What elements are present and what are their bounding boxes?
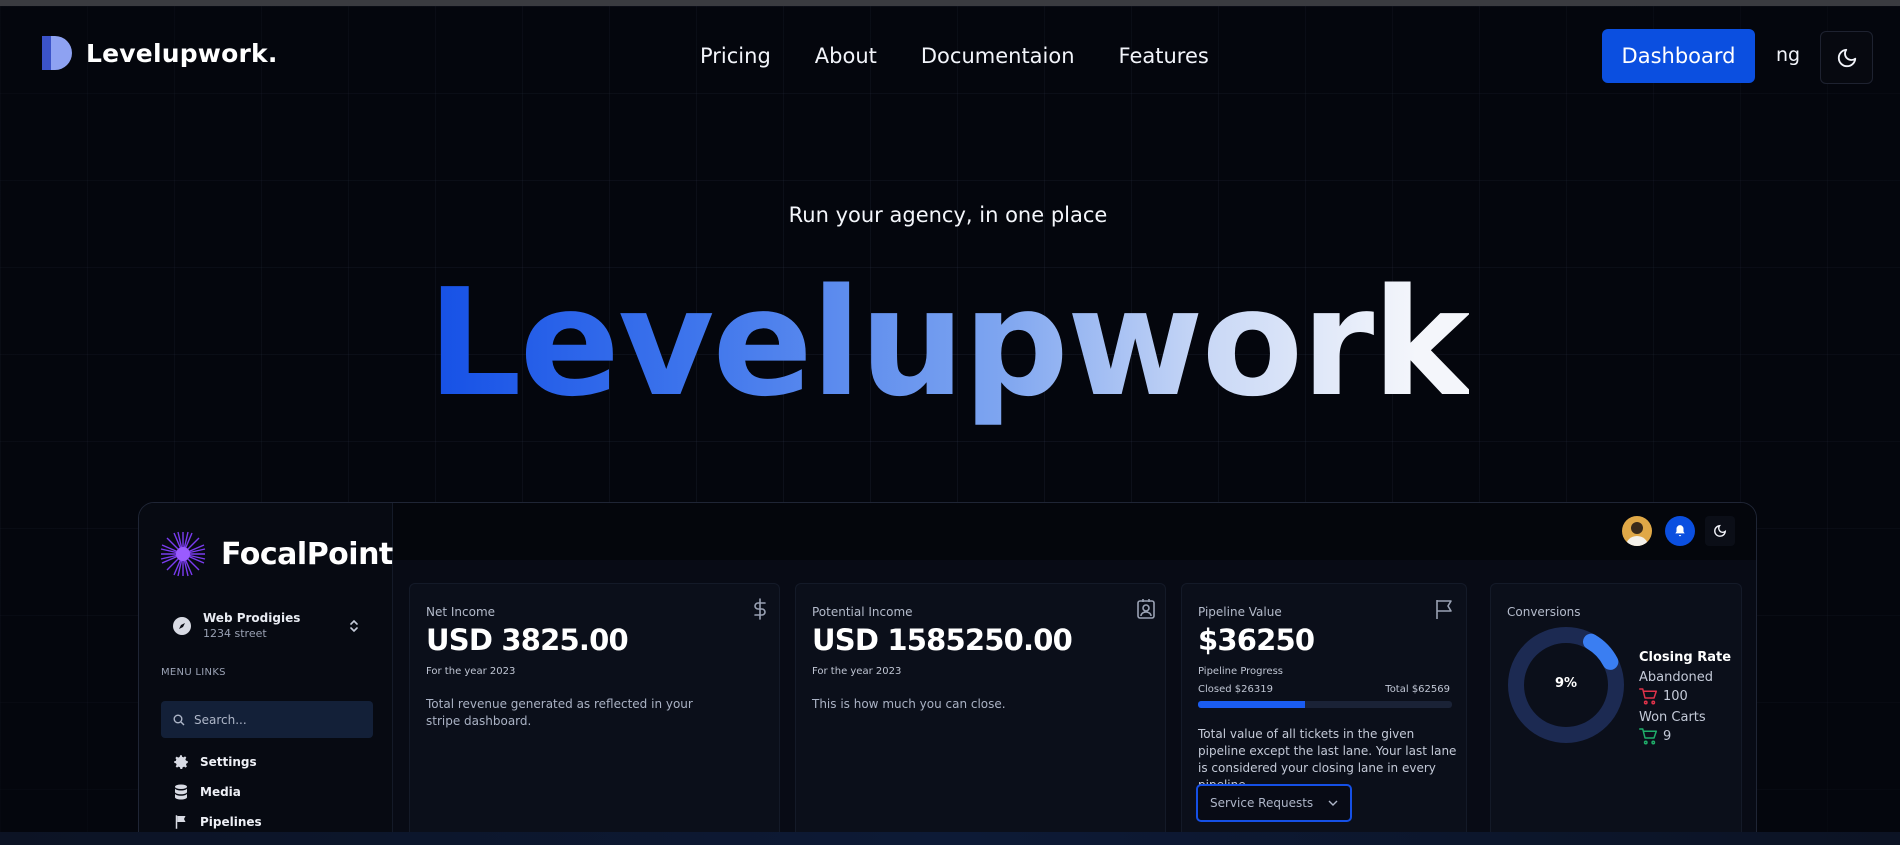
card-subtitle: For the year 2023 <box>812 666 902 677</box>
focalpoint-logo: FocalPoint <box>159 530 393 578</box>
won-carts-label: Won Carts <box>1639 710 1706 725</box>
potential-income-value: USD 1585250.00 <box>812 623 1073 657</box>
hero-title-text: Levelupwork <box>427 257 1470 429</box>
sidebar-item-pipelines[interactable]: Pipelines <box>172 813 262 831</box>
pipeline-progress-bar <box>1198 701 1452 708</box>
potential-income-card: Potential Income USD 1585250.00 For the … <box>795 583 1166 844</box>
preview-topbar <box>393 503 1756 560</box>
flag-icon <box>175 815 186 829</box>
shopping-cart-icon <box>1639 688 1657 705</box>
card-label: Conversions <box>1507 605 1581 619</box>
brand-name: Levelupwork. <box>86 38 278 68</box>
bottom-edge <box>0 832 1900 845</box>
card-description: This is how much you can close. <box>812 697 1006 711</box>
pipeline-value: $36250 <box>1198 623 1315 657</box>
org-switcher[interactable]: Web Prodigies 1234 street <box>173 611 300 640</box>
pipeline-select-value: Service Requests <box>1210 796 1314 810</box>
sidebar-item-settings[interactable]: Settings <box>172 753 257 771</box>
notifications-button[interactable] <box>1665 516 1695 546</box>
nav-link-about[interactable]: About <box>815 44 877 68</box>
sidebar-item-media[interactable]: Media <box>172 783 241 801</box>
org-street: 1234 street <box>203 627 267 640</box>
card-label: Pipeline Value <box>1198 605 1282 619</box>
dashboard-button[interactable]: Dashboard <box>1602 29 1755 83</box>
search-icon <box>173 714 185 725</box>
nav-link-documentation[interactable]: Documentaion <box>921 44 1075 68</box>
conversion-percent: 9% <box>1554 676 1578 691</box>
closing-rate-title: Closing Rate <box>1639 650 1732 665</box>
chevron-down-icon <box>1328 800 1338 806</box>
search-placeholder: Search... <box>194 712 247 727</box>
menu-links-heading: MENU LINKS <box>161 667 226 678</box>
card-label: Net Income <box>426 605 496 619</box>
pipeline-progress-fill <box>1198 701 1305 708</box>
bell-icon <box>1675 525 1685 537</box>
sidebar-item-label: Settings <box>200 755 257 769</box>
preview-brand-name: FocalPoint <box>221 536 393 572</box>
hero-title: Levelupwork <box>0 255 1896 433</box>
preview-theme-toggle[interactable] <box>1705 516 1735 546</box>
org-name: Web Prodigies <box>203 611 301 625</box>
sidebar-search-input[interactable]: Search... <box>161 701 373 738</box>
theme-toggle-button[interactable] <box>1820 31 1873 84</box>
won-carts: 9 <box>1639 728 1671 745</box>
sidebar-item-label: Pipelines <box>200 815 262 829</box>
nav-link-features[interactable]: Features <box>1119 44 1209 68</box>
moon-icon <box>1714 524 1727 537</box>
preview-sidebar: FocalPoint Web Prodigies 1234 street MEN… <box>139 503 393 844</box>
org-info: Web Prodigies 1234 street <box>203 611 300 640</box>
hero-tagline: Run your agency, in one place <box>788 203 1108 227</box>
top-navigation: Levelupwork. Pricing About Documentaion … <box>0 6 1900 106</box>
levelupwork-logo-icon <box>40 32 74 74</box>
conversions-card: Conversions 9% Closing Rate Abandoned 10… <box>1490 583 1742 844</box>
won-count: 9 <box>1663 729 1672 744</box>
moon-icon <box>1837 48 1856 67</box>
dashboard-preview: FocalPoint Web Prodigies 1234 street MEN… <box>138 502 1757 845</box>
dollar-icon <box>752 598 768 624</box>
pipeline-select[interactable]: Service Requests <box>1196 784 1352 822</box>
brand-logo[interactable]: Levelupwork. <box>40 32 278 74</box>
card-label: Potential Income <box>812 605 913 619</box>
contact-card-icon <box>1136 598 1156 624</box>
shopping-cart-icon <box>1639 728 1657 745</box>
nav-link-pricing[interactable]: Pricing <box>700 44 771 68</box>
pipeline-closed-amount: Closed $26319 <box>1198 684 1273 695</box>
language-selector[interactable]: ng <box>1776 44 1800 66</box>
focalpoint-burst-icon <box>160 531 206 577</box>
pipeline-value-card: Pipeline Value $36250 Pipeline Progress … <box>1181 583 1467 844</box>
card-description: Total revenue generated as reflected in … <box>426 697 693 728</box>
sidebar-item-label: Media <box>200 785 241 799</box>
abandoned-label: Abandoned <box>1639 670 1714 685</box>
abandoned-count: 100 <box>1663 689 1688 704</box>
net-income-card: Net Income USD 3825.00 For the year 2023… <box>409 583 780 844</box>
net-income-value: USD 3825.00 <box>426 623 629 657</box>
flag-icon <box>1434 598 1454 624</box>
user-avatar[interactable] <box>1622 516 1652 546</box>
gear-icon <box>174 755 188 770</box>
abandoned-carts: 100 <box>1639 688 1688 705</box>
nav-links: Pricing About Documentaion Features <box>700 44 1209 68</box>
pipeline-total-amount: Total $62569 <box>1385 684 1450 695</box>
card-subtitle: For the year 2023 <box>426 666 516 677</box>
database-icon <box>175 784 187 800</box>
chevrons-up-down-icon[interactable] <box>348 618 360 638</box>
compass-icon <box>173 616 191 635</box>
pipeline-progress-label: Pipeline Progress <box>1198 666 1283 677</box>
